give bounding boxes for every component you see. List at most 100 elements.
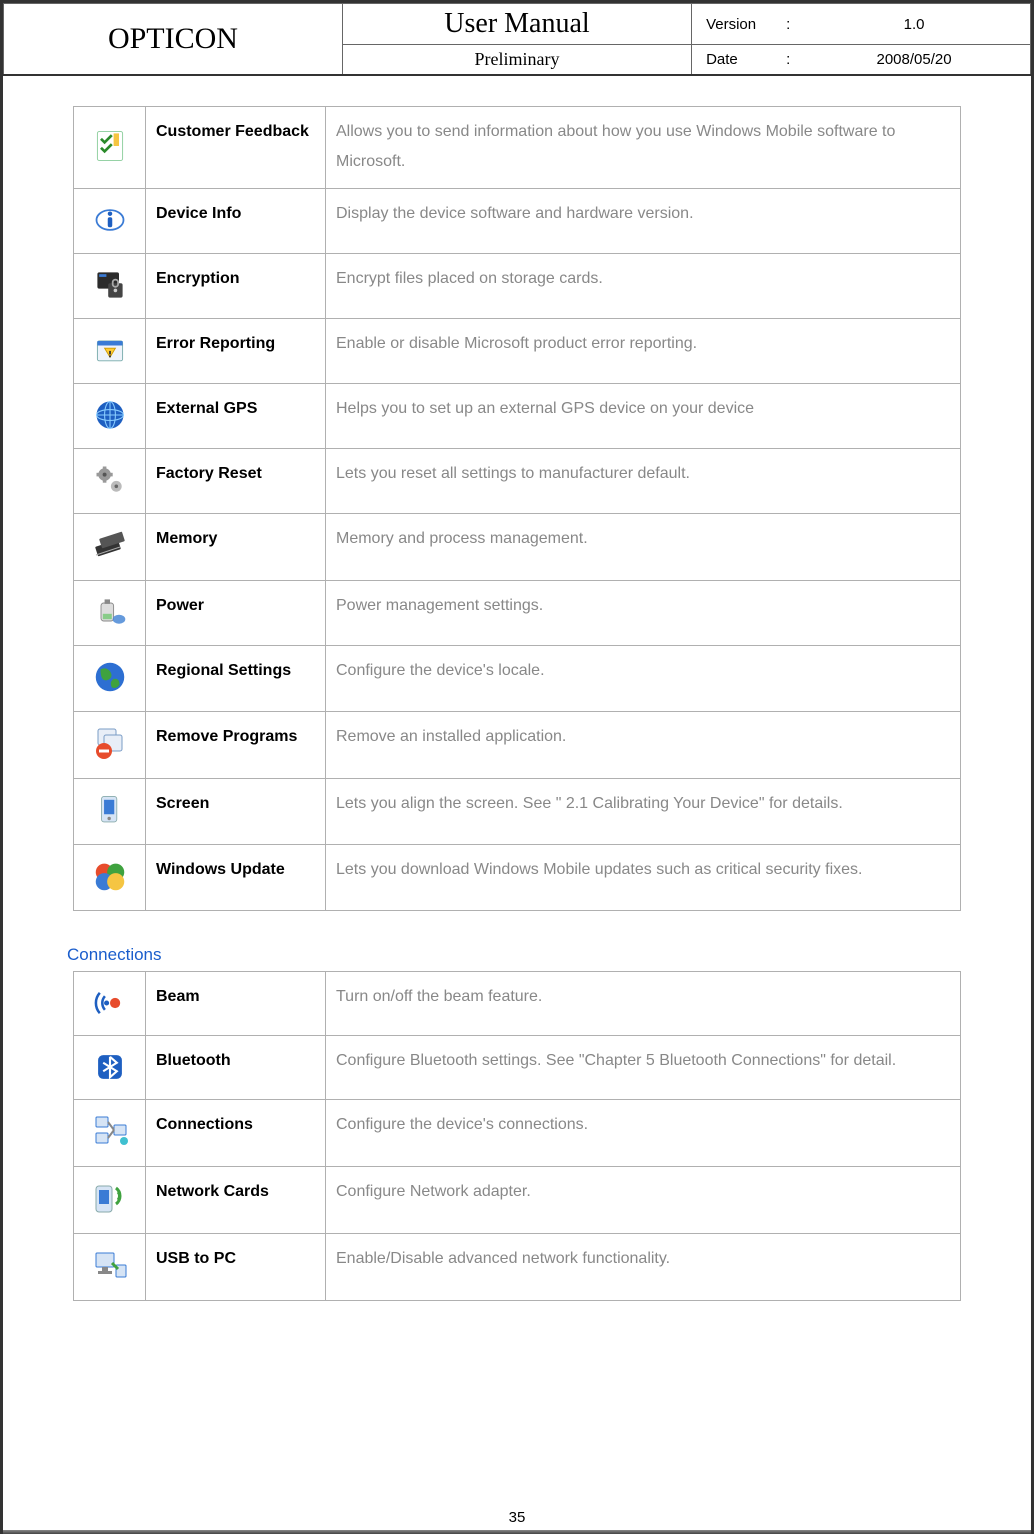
table-row: Customer FeedbackAllows you to send info… — [74, 107, 961, 189]
icon-cell — [74, 1166, 146, 1233]
label-cell: Screen — [146, 778, 326, 844]
label-cell: Remove Programs — [146, 711, 326, 778]
error-reporting-icon — [89, 329, 131, 371]
usb-to-pc-icon — [89, 1244, 131, 1286]
label-cell: Device Info — [146, 188, 326, 253]
icon-cell — [74, 318, 146, 383]
label-cell: Beam — [146, 971, 326, 1035]
icon-cell — [74, 1099, 146, 1166]
version-value: 1.0 — [806, 16, 1022, 33]
device-info-icon — [89, 199, 131, 241]
colon: : — [786, 16, 806, 33]
table-row: Windows UpdateLets you download Windows … — [74, 844, 961, 910]
date-label: Date — [706, 51, 786, 68]
settings-table: Customer FeedbackAllows you to send info… — [73, 106, 961, 911]
table-row: USB to PCEnable/Disable advanced network… — [74, 1233, 961, 1300]
description-cell: Allows you to send information about how… — [326, 107, 961, 189]
table-row: MemoryMemory and process management. — [74, 513, 961, 580]
icon-cell — [74, 711, 146, 778]
description-cell: Enable/Disable advanced network function… — [326, 1233, 961, 1300]
page-number: 35 — [3, 1509, 1031, 1526]
version-cell: Version : 1.0 — [692, 4, 1031, 45]
title-cell: User Manual — [342, 4, 691, 45]
icon-cell — [74, 645, 146, 711]
page-container: OPTICON User Manual Version : 1.0 Prelim… — [0, 0, 1034, 1534]
icon-cell — [74, 188, 146, 253]
table-row: Remove ProgramsRemove an installed appli… — [74, 711, 961, 778]
external-gps-icon — [89, 394, 131, 436]
description-cell: Lets you align the screen. See " 2.1 Cal… — [326, 778, 961, 844]
icon-cell — [74, 383, 146, 448]
description-cell: Memory and process management. — [326, 513, 961, 580]
icon-cell — [74, 778, 146, 844]
label-cell: Customer Feedback — [146, 107, 326, 189]
description-cell: Encrypt files placed on storage cards. — [326, 253, 961, 318]
label-cell: Power — [146, 580, 326, 645]
description-cell: Power management settings. — [326, 580, 961, 645]
table-row: Error ReportingEnable or disable Microso… — [74, 318, 961, 383]
description-cell: Helps you to set up an external GPS devi… — [326, 383, 961, 448]
table-row: External GPSHelps you to set up an exter… — [74, 383, 961, 448]
table-row: Network CardsConfigure Network adapter. — [74, 1166, 961, 1233]
screen-icon — [89, 789, 131, 831]
description-cell: Enable or disable Microsoft product erro… — [326, 318, 961, 383]
table-row: BluetoothConfigure Bluetooth settings. S… — [74, 1035, 961, 1099]
description-cell: Configure Bluetooth settings. See "Chapt… — [326, 1035, 961, 1099]
label-cell: USB to PC — [146, 1233, 326, 1300]
icon-cell — [74, 844, 146, 910]
icon-cell — [74, 448, 146, 513]
description-cell: Turn on/off the beam feature. — [326, 971, 961, 1035]
connections-heading: Connections — [67, 945, 961, 965]
header-table: OPTICON User Manual Version : 1.0 Prelim… — [3, 3, 1031, 76]
table-row: ScreenLets you align the screen. See " 2… — [74, 778, 961, 844]
manual-subtitle: Preliminary — [475, 49, 560, 69]
table-row: PowerPower management settings. — [74, 580, 961, 645]
page-bottom-rule — [3, 1530, 1031, 1534]
icon-cell — [74, 107, 146, 189]
table-row: ConnectionsConfigure the device's connec… — [74, 1099, 961, 1166]
icon-cell — [74, 1035, 146, 1099]
main-content: Customer FeedbackAllows you to send info… — [3, 76, 1031, 1355]
bluetooth-icon — [89, 1046, 131, 1088]
memory-icon — [89, 524, 131, 566]
encryption-icon — [89, 264, 131, 306]
icon-cell — [74, 253, 146, 318]
label-cell: Windows Update — [146, 844, 326, 910]
icon-cell — [74, 513, 146, 580]
description-cell: Configure the device's locale. — [326, 645, 961, 711]
beam-icon — [89, 982, 131, 1024]
description-cell: Display the device software and hardware… — [326, 188, 961, 253]
connections-icon — [89, 1110, 131, 1152]
label-cell: External GPS — [146, 383, 326, 448]
label-cell: Error Reporting — [146, 318, 326, 383]
brand-text: OPTICON — [108, 22, 238, 55]
table-row: EncryptionEncrypt files placed on storag… — [74, 253, 961, 318]
colon: : — [786, 51, 806, 68]
table-row: Device InfoDisplay the device software a… — [74, 188, 961, 253]
label-cell: Memory — [146, 513, 326, 580]
date-cell: Date : 2008/05/20 — [692, 45, 1031, 76]
customer-feedback-icon — [89, 125, 131, 167]
icon-cell — [74, 971, 146, 1035]
label-cell: Factory Reset — [146, 448, 326, 513]
description-cell: Configure the device's connections. — [326, 1099, 961, 1166]
subtitle-cell: Preliminary — [342, 45, 691, 76]
table-row: Regional SettingsConfigure the device's … — [74, 645, 961, 711]
icon-cell — [74, 1233, 146, 1300]
remove-programs-icon — [89, 722, 131, 764]
icon-cell — [74, 580, 146, 645]
version-label: Version — [706, 16, 786, 33]
date-value: 2008/05/20 — [806, 51, 1022, 68]
windows-update-icon — [89, 855, 131, 897]
description-cell: Remove an installed application. — [326, 711, 961, 778]
power-icon — [89, 591, 131, 633]
description-cell: Lets you reset all settings to manufactu… — [326, 448, 961, 513]
label-cell: Bluetooth — [146, 1035, 326, 1099]
connections-table: BeamTurn on/off the beam feature.Bluetoo… — [73, 971, 961, 1301]
regional-settings-icon — [89, 656, 131, 698]
label-cell: Connections — [146, 1099, 326, 1166]
factory-reset-icon — [89, 459, 131, 501]
description-cell: Configure Network adapter. — [326, 1166, 961, 1233]
label-cell: Network Cards — [146, 1166, 326, 1233]
label-cell: Encryption — [146, 253, 326, 318]
